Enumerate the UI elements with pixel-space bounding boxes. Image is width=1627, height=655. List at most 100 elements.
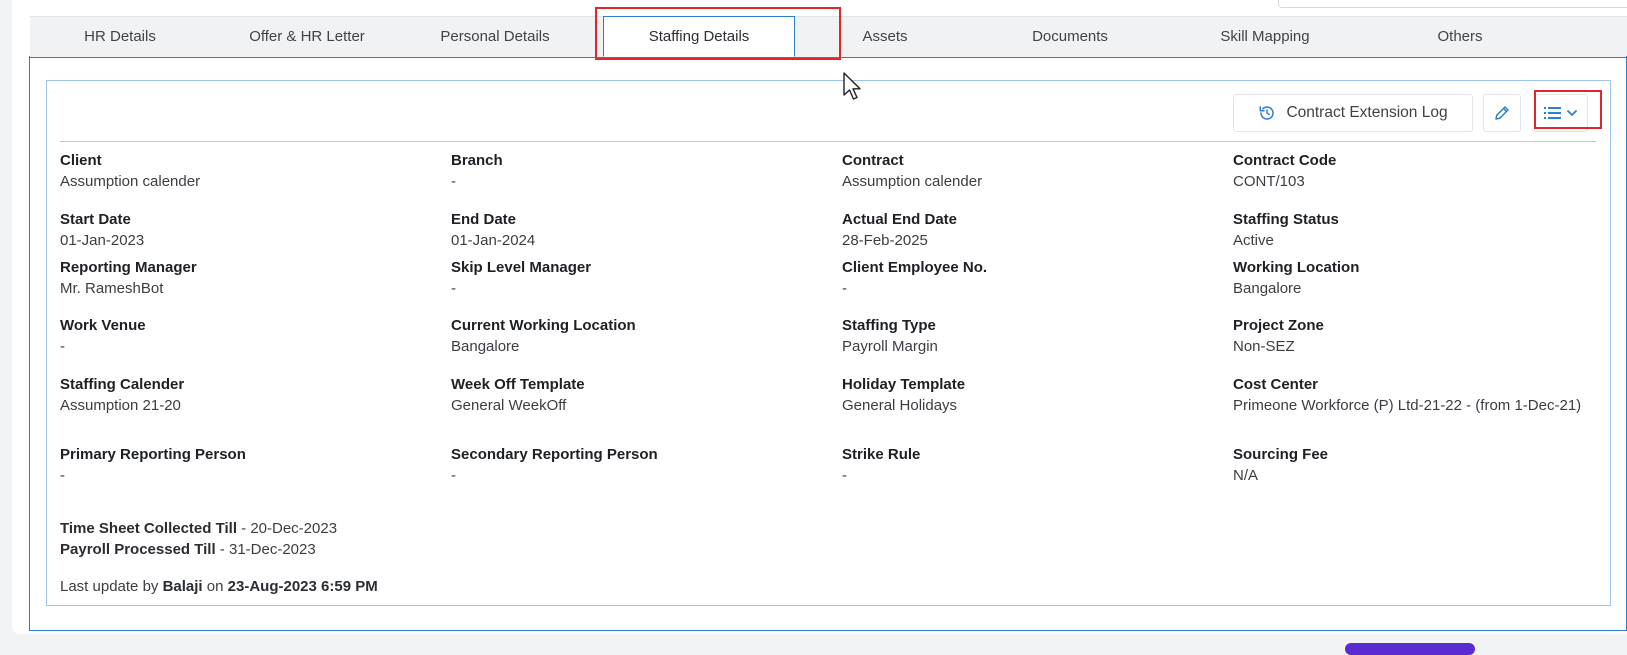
- field-staffing-status: Staffing Status Active: [1233, 209, 1603, 251]
- field-start-date: Start Date 01-Jan-2023: [60, 209, 430, 251]
- field-label: Current Working Location: [451, 317, 636, 334]
- more-options-menu-button[interactable]: [1534, 94, 1588, 132]
- field-label: Project Zone: [1233, 317, 1324, 334]
- field-label: Client Employee No.: [842, 259, 988, 276]
- timesheet-value: - 20-Dec-2023: [237, 520, 338, 537]
- field-value: General WeekOff: [451, 397, 567, 414]
- field-label: Staffing Calender: [60, 376, 185, 393]
- field-cost-center: Cost Center Primeone Workforce (P) Ltd-21…: [1233, 374, 1597, 416]
- last-update-info: Last update by Balaji on 23-Aug-2023 6:5…: [60, 576, 378, 597]
- update-time: 23-Aug-2023 6:59 PM: [227, 578, 378, 595]
- field-value: Non-SEZ: [1233, 338, 1295, 355]
- field-value: Assumption calender: [60, 173, 201, 190]
- field-end-date: End Date 01-Jan-2024: [451, 209, 821, 251]
- field-label: Work Venue: [60, 317, 146, 334]
- tab-documents[interactable]: Documents: [990, 17, 1150, 57]
- field-client: Client Assumption calender: [60, 150, 430, 192]
- field-label: Start Date: [60, 211, 131, 228]
- field-label: Cost Center: [1233, 376, 1319, 393]
- field-value: 01-Jan-2023: [60, 232, 145, 249]
- field-value: Primeone Workforce (P) Ltd-21-22 - (from…: [1233, 397, 1582, 414]
- top-search-field[interactable]: [1278, 0, 1627, 8]
- timesheet-label: Time Sheet Collected Till: [60, 520, 237, 537]
- field-value: Bangalore: [451, 338, 520, 355]
- field-client-employee-no: Client Employee No. -: [842, 257, 1212, 299]
- field-value: -: [451, 280, 456, 297]
- tab-offer-hr-letter[interactable]: Offer & HR Letter: [222, 17, 392, 57]
- field-value: 01-Jan-2024: [451, 232, 536, 249]
- field-label: End Date: [451, 211, 517, 228]
- field-label: Strike Rule: [842, 446, 921, 463]
- field-contract: Contract Assumption calender: [842, 150, 1212, 192]
- field-label: Reporting Manager: [60, 259, 197, 276]
- field-label: Week Off Template: [451, 376, 585, 393]
- field-label: Skip Level Manager: [451, 259, 592, 276]
- field-branch: Branch -: [451, 150, 821, 192]
- field-value: -: [60, 467, 65, 484]
- field-value: 28-Feb-2025: [842, 232, 928, 249]
- tab-others[interactable]: Others: [1390, 17, 1530, 57]
- field-value: -: [451, 467, 456, 484]
- tab-skill-mapping[interactable]: Skill Mapping: [1180, 17, 1350, 57]
- edit-button[interactable]: [1483, 94, 1521, 132]
- field-label: Sourcing Fee: [1233, 446, 1329, 463]
- field-value: Mr. RameshBot: [60, 280, 164, 297]
- payroll-value: - 31-Dec-2023: [215, 541, 316, 558]
- toolbar-divider: [60, 141, 1596, 142]
- field-value: N/A: [1233, 467, 1259, 484]
- field-primary-reporting-person: Primary Reporting Person -: [60, 444, 430, 486]
- field-label: Actual End Date: [842, 211, 958, 228]
- field-label: Branch: [451, 152, 503, 169]
- field-label: Holiday Template: [842, 376, 966, 393]
- field-project-zone: Project Zone Non-SEZ: [1233, 315, 1603, 357]
- field-value: -: [451, 173, 456, 190]
- chevron-down-icon: [1567, 110, 1577, 117]
- field-label: Contract: [842, 152, 904, 169]
- field-value: -: [842, 280, 847, 297]
- field-label: Primary Reporting Person: [60, 446, 246, 463]
- list-icon: [1544, 107, 1561, 119]
- field-label: Contract Code: [1233, 152, 1337, 169]
- field-label: Secondary Reporting Person: [451, 446, 658, 463]
- field-staffing-type: Staffing Type Payroll Margin: [842, 315, 1212, 357]
- field-current-working-location: Current Working Location Bangalore: [451, 315, 821, 357]
- field-value: Payroll Margin: [842, 338, 938, 355]
- field-sourcing-fee: Sourcing Fee N/A: [1233, 444, 1603, 486]
- field-contract-code: Contract Code CONT/103: [1233, 150, 1603, 192]
- bottom-action-button[interactable]: [1345, 643, 1475, 655]
- field-week-off-template: Week Off Template General WeekOff: [451, 374, 821, 416]
- field-working-location: Working Location Bangalore: [1233, 257, 1603, 299]
- field-skip-level-manager: Skip Level Manager -: [451, 257, 821, 299]
- field-value: Assumption calender: [842, 173, 983, 190]
- field-label: Staffing Status: [1233, 211, 1339, 228]
- field-work-venue: Work Venue -: [60, 315, 430, 357]
- field-staffing-calender: Staffing Calender Assumption 21-20: [60, 374, 430, 416]
- tab-assets[interactable]: Assets: [820, 17, 950, 57]
- field-value: General Holidays: [842, 397, 958, 414]
- tab-personal-details[interactable]: Personal Details: [410, 17, 580, 57]
- field-value: Active: [1233, 232, 1274, 249]
- update-prefix: Last update by: [60, 578, 163, 595]
- field-value: -: [60, 338, 65, 355]
- field-strike-rule: Strike Rule -: [842, 444, 1212, 486]
- update-on: on: [202, 578, 228, 595]
- payroll-processed-info: Payroll Processed Till - 31-Dec-2023: [60, 539, 316, 560]
- pencil-icon: [1495, 106, 1509, 120]
- history-icon: [1259, 106, 1275, 120]
- field-actual-end-date: Actual End Date 28-Feb-2025: [842, 209, 1212, 251]
- field-reporting-manager: Reporting Manager Mr. RameshBot: [60, 257, 430, 299]
- field-label: Client: [60, 152, 102, 169]
- field-holiday-template: Holiday Template General Holidays: [842, 374, 1212, 416]
- contract-extension-log-button[interactable]: Contract Extension Log: [1233, 94, 1473, 132]
- timesheet-collected-info: Time Sheet Collected Till - 20-Dec-2023: [60, 518, 337, 539]
- payroll-label: Payroll Processed Till: [60, 541, 216, 558]
- field-value: Bangalore: [1233, 280, 1302, 297]
- tab-bar: HR Details Offer & HR Letter Personal De…: [30, 16, 1627, 58]
- field-value: -: [842, 467, 847, 484]
- field-value: Assumption 21-20: [60, 397, 181, 414]
- field-value: CONT/103: [1233, 173, 1305, 190]
- tab-hr-details[interactable]: HR Details: [50, 17, 190, 57]
- mouse-cursor-icon: [843, 72, 861, 100]
- update-user: Balaji: [162, 578, 203, 595]
- tab-staffing-details[interactable]: Staffing Details: [603, 16, 795, 57]
